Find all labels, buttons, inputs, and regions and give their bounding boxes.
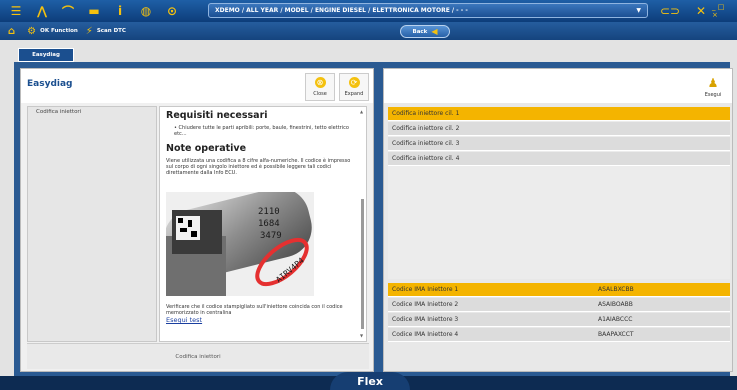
function-icon: ⚙ [27,25,37,37]
list-item[interactable]: Codifica iniettore cil. 1 [388,107,730,121]
list-item[interactable]: Codifica iniettore cil. 4 [388,152,730,166]
panel-title: Easydiag [27,79,73,89]
procedure-content: Requisiti necessari • Chiudere tutte le … [159,106,367,342]
table-row[interactable]: Codice IMA Iniettore 4 BAAPAXCCT [388,328,730,342]
close-label: Close [313,91,327,97]
scroll-down-icon[interactable]: ▼ [360,333,363,338]
menu-icon[interactable]: ☰ [6,2,26,20]
requisiti-title: Requisiti necessari [166,110,268,121]
procedure-list: Codifica iniettori [27,106,157,342]
table-row[interactable]: Codice IMA Iniettore 1 ASALBXCBB [388,283,730,297]
note-title: Note operative [166,143,247,154]
results-header: ♟ Esegui [384,69,732,103]
car-icon[interactable]: ⊂⊃ [650,2,690,20]
image-code-1: 2110 [258,207,280,217]
brand-logo: Flex [330,372,410,390]
ok-function-label: OK Function [40,28,78,34]
injector-list: Codifica iniettore cil. 1 Codifica iniet… [388,107,730,279]
scan-icon: ⚡ [85,25,93,37]
expand-label: Expand [344,91,364,97]
brand-label: Flex [357,374,383,388]
folder-icon[interactable]: ▬ [84,2,104,20]
chart-icon[interactable]: ⋀ [32,2,52,20]
scroll-up-icon[interactable]: ▲ [360,109,363,114]
injector-label: Codifica iniettore cil. 1 [392,110,460,117]
injector-label: Codifica iniettore cil. 4 [392,155,460,162]
tools-icon[interactable]: ✕ [694,2,708,20]
ima-label: Codice IMA Iniettore 3 [392,316,459,323]
run-test-link[interactable]: Esegui test [166,316,202,324]
ima-label: Codice IMA Iniettore 1 [392,286,459,293]
close-icon: ⊗ [314,77,326,88]
ima-value: A1AIABCCC [598,316,633,323]
run-test-link-label[interactable]: Esegui test [166,316,202,324]
alert-icon[interactable]: ⊙ [162,2,182,20]
window-controls-icon[interactable]: _ □ × [712,2,732,20]
scan-dtc-label: Scan DTC [96,28,126,34]
footer-label: Codifica iniettori [175,353,221,360]
image-code-3: 3479 [260,231,282,241]
esegui-label: Esegui [704,92,722,98]
home-icon: ⌂ [8,25,16,37]
injector-image: 2110 1684 3479 AIRV4P4 [166,192,314,296]
codifica-iniettori-button[interactable]: Codifica iniettori [27,343,369,369]
tab-label: Easydiag [32,52,60,58]
ima-value: ASAIBOABB [598,301,633,308]
list-item[interactable]: Codifica iniettore cil. 2 [388,122,730,136]
results-panel: ♟ Esegui Codifica iniettore cil. 1 Codif… [383,68,733,372]
list-item[interactable]: Codifica iniettore cil. 3 [388,137,730,151]
list-item[interactable]: Codifica iniettori [36,109,81,115]
execute-icon: ♟ [707,76,719,90]
easydiag-panel: Easydiag ⊗ Close ⟳ Expand Codifica iniet… [20,68,374,372]
ima-label: Codice IMA Iniettore 4 [392,331,459,338]
verify-text: Verificare che il codice stampigliato su… [166,304,343,316]
breadcrumb[interactable]: XDEMO / ALL YEAR / MODEL / ENGINE DIESEL… [208,3,648,18]
info-icon[interactable]: i [110,2,130,20]
ima-value: BAAPAXCCT [598,331,634,338]
globe-icon[interactable]: ◍ [136,2,156,20]
injector-label: Codifica iniettore cil. 2 [392,125,460,132]
breadcrumb-text: XDEMO / ALL YEAR / MODEL / ENGINE DIESEL… [215,7,468,14]
back-button[interactable]: Back ◀ [400,25,450,38]
back-label: Back [412,28,428,35]
ok-function-button[interactable]: ⚙ OK Function [27,26,78,37]
vertical-scrollbar[interactable]: ▲ ▼ [360,109,365,338]
requisiti-text: • Chiudere tutte le parti apribili: port… [174,125,349,137]
back-arrow-icon: ◀ [431,27,438,36]
close-button[interactable]: ⊗ Close [305,73,335,101]
tab-easydiag[interactable]: Easydiag [18,48,74,62]
ima-value: ASALBXCBB [598,286,634,293]
expand-icon: ⟳ [348,77,360,88]
table-row[interactable]: Codice IMA Iniettore 3 A1AIABCCC [388,313,730,327]
scan-dtc-button[interactable]: ⚡ Scan DTC [86,26,126,37]
expand-button[interactable]: ⟳ Expand [339,73,369,101]
home-button[interactable]: ⌂ [8,26,19,37]
note-text: Viene utilizzata una codifica a 8 cifre … [166,158,351,176]
injector-label: Codifica iniettore cil. 3 [392,140,460,147]
image-code-2: 1684 [258,219,280,229]
chevron-down-icon: ▼ [636,7,641,14]
ima-label: Codice IMA Iniettore 2 [392,301,459,308]
esegui-button[interactable]: ♟ Esegui [698,73,728,101]
wifi-icon[interactable]: ⌒ [58,2,78,20]
function-bar: ⌂ ⚙ OK Function ⚡ Scan DTC [0,22,737,40]
table-row[interactable]: Codice IMA Iniettore 2 ASAIBOABB [388,298,730,312]
scrollbar-thumb[interactable] [361,199,364,329]
ima-code-table: Codice IMA Iniettore 1 ASALBXCBB Codice … [388,283,730,369]
panel-header: Easydiag ⊗ Close ⟳ Expand [21,69,373,103]
